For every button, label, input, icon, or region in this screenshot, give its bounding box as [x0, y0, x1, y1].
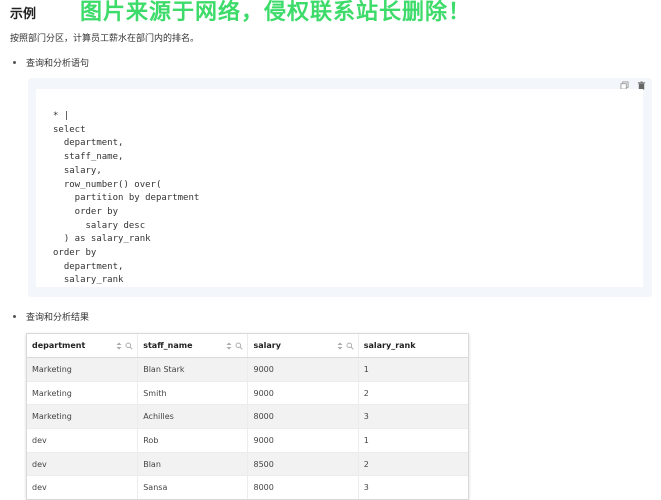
code-block: * | select department, staff_name, salar…: [28, 78, 652, 297]
table-cell-staff-name: Sansa: [137, 476, 247, 500]
table-cell-salary-rank: 3: [357, 476, 468, 500]
table-cell-salary: 8000: [247, 405, 357, 429]
table-cell-salary-rank: 2: [357, 452, 468, 476]
sql-code: * | select department, staff_name, salar…: [53, 111, 200, 286]
table-row: dev Rob 9000 1: [27, 429, 468, 453]
table-row: Marketing Smith 9000 2: [27, 381, 468, 406]
table-cell-department: Marketing: [32, 412, 72, 422]
column-header-label: staff_name: [143, 341, 193, 350]
table-cell-salary-rank: 2: [357, 381, 468, 405]
table-cell-staff-name: Achilles: [137, 405, 247, 429]
table-cell-salary: 9000: [247, 358, 357, 381]
table-cell-salary: 8500: [247, 452, 357, 476]
sort-icon[interactable]: [336, 342, 344, 350]
table-cell-salary: 8000: [247, 476, 357, 500]
table-cell-department: dev: [32, 459, 47, 469]
table-cell-salary: 9000: [247, 381, 357, 405]
table-header-row: department staff_name salary salary_rank: [27, 334, 468, 358]
search-icon[interactable]: [125, 342, 133, 350]
page-title: 示例: [10, 7, 37, 22]
table-row: Marketing Blan Stark 9000 1: [27, 358, 468, 382]
table-cell-department: Marketing: [32, 388, 72, 398]
column-header-icons: [115, 342, 133, 350]
column-header-icons: [225, 342, 244, 350]
result-section-label: 查询和分析结果: [26, 313, 90, 323]
table-cell-staff-name: Smith: [137, 381, 247, 405]
column-header-icons: [336, 342, 354, 350]
watermark-text: 图片来源于网络，侵权联系站长删除！: [80, 0, 472, 25]
query-section-label: 查询和分析语句: [26, 59, 90, 69]
search-icon[interactable]: [346, 342, 354, 350]
sort-icon[interactable]: [115, 342, 123, 350]
table-cell-salary-rank: 1: [357, 358, 468, 381]
table-cell-salary: 9000: [247, 429, 357, 452]
table-cell-department: dev: [32, 483, 47, 493]
result-table: department staff_name salary salary_rank Ma…: [26, 333, 469, 500]
code-panel: * | select department, staff_name, salar…: [36, 89, 643, 287]
table-row: dev Sansa 8000 3: [27, 476, 468, 500]
search-icon[interactable]: [235, 342, 244, 350]
table-cell-salary-rank: 3: [357, 405, 468, 429]
column-header-label: department: [32, 341, 86, 350]
table-cell-staff-name: Rob: [137, 429, 247, 452]
description-text: 按照部门分区，计算员工薪水在部门内的排名。: [10, 34, 200, 44]
query-section-bullet: 查询和分析语句: [12, 56, 90, 69]
column-header-label: salary_rank: [363, 341, 416, 350]
table-row: dev Blan 8500 2: [27, 452, 468, 477]
table-cell-department: Marketing: [32, 364, 72, 374]
table-cell-staff-name: Blan: [137, 452, 247, 476]
column-header-salary[interactable]: salary: [247, 334, 357, 357]
column-header-department[interactable]: department: [27, 334, 137, 357]
table-row: Marketing Achilles 8000 3: [27, 405, 468, 430]
table-cell-staff-name: Blan Stark: [137, 358, 247, 381]
sort-icon[interactable]: [225, 342, 233, 350]
column-header-staff-name[interactable]: staff_name: [137, 334, 247, 357]
result-section-bullet: 查询和分析结果: [12, 310, 90, 323]
column-header-salary-rank[interactable]: salary_rank: [357, 334, 468, 357]
table-cell-salary-rank: 1: [357, 429, 468, 452]
table-cell-department: dev: [32, 435, 47, 445]
column-header-label: salary: [253, 341, 281, 350]
